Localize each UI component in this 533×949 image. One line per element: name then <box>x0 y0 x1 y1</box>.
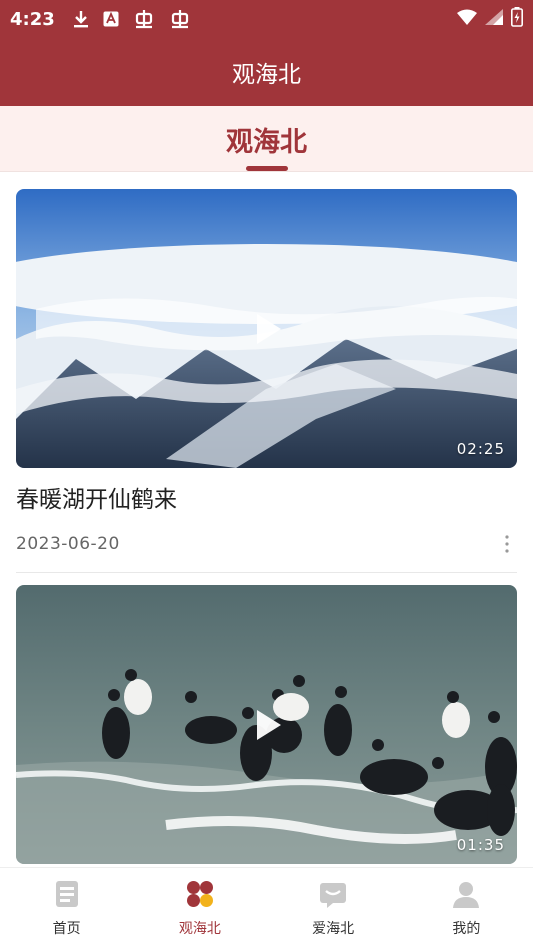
nav-label: 我的 <box>452 921 481 937</box>
nav-item-ai-hai-bei[interactable]: 爱海北 <box>267 868 400 949</box>
video-card[interactable]: 01:35 <box>16 585 517 864</box>
app-title: 观海北 <box>232 62 301 88</box>
nav-item-guan-hai-bei[interactable]: 观海北 <box>133 868 266 949</box>
battery-icon <box>511 7 523 31</box>
video-thumbnail[interactable]: 02:25 <box>16 189 517 468</box>
more-options-icon[interactable] <box>497 532 517 556</box>
app-store-icon <box>103 11 119 27</box>
wifi-icon <box>457 9 477 29</box>
download-icon <box>73 10 89 28</box>
bug-icon <box>133 9 155 29</box>
nav-label: 爱海北 <box>312 921 355 937</box>
tab-guan-hai-bei[interactable]: 观海北 <box>0 120 533 159</box>
bottom-nav: 首页 观海北 爱海北 我的 <box>0 867 533 949</box>
message-icon <box>320 883 347 908</box>
signal-icon <box>485 9 503 29</box>
tab-indicator <box>246 166 288 171</box>
nav-item-mine[interactable]: 我的 <box>400 868 533 949</box>
channel-tabs: 观海北 <box>0 106 533 172</box>
video-date: 2023-06-20 <box>16 534 120 554</box>
nav-label: 观海北 <box>178 921 221 937</box>
home-doc-icon <box>55 881 78 907</box>
card-divider <box>16 572 517 573</box>
status-time: 4:23 <box>10 8 55 30</box>
status-bar: 4:23 <box>0 0 533 38</box>
app-bar: 观海北 <box>0 38 533 106</box>
video-title[interactable]: 春暖湖开仙鹤来 <box>16 480 517 514</box>
bug-icon <box>169 9 191 29</box>
video-card[interactable]: 02:25 春暖湖开仙鹤来 2023-06-20 <box>16 189 517 573</box>
nav-item-home[interactable]: 首页 <box>0 868 133 949</box>
nav-label: 首页 <box>52 921 81 937</box>
video-meta: 2023-06-20 <box>16 532 517 556</box>
play-icon[interactable] <box>247 705 287 745</box>
person-icon <box>453 882 480 908</box>
video-duration: 01:35 <box>456 836 505 854</box>
play-icon[interactable] <box>247 309 287 349</box>
video-feed[interactable]: 02:25 春暖湖开仙鹤来 2023-06-20 01:35 <box>0 172 533 867</box>
video-thumbnail[interactable]: 01:35 <box>16 585 517 864</box>
video-duration: 02:25 <box>456 440 505 458</box>
dots-grid-icon <box>186 881 213 907</box>
